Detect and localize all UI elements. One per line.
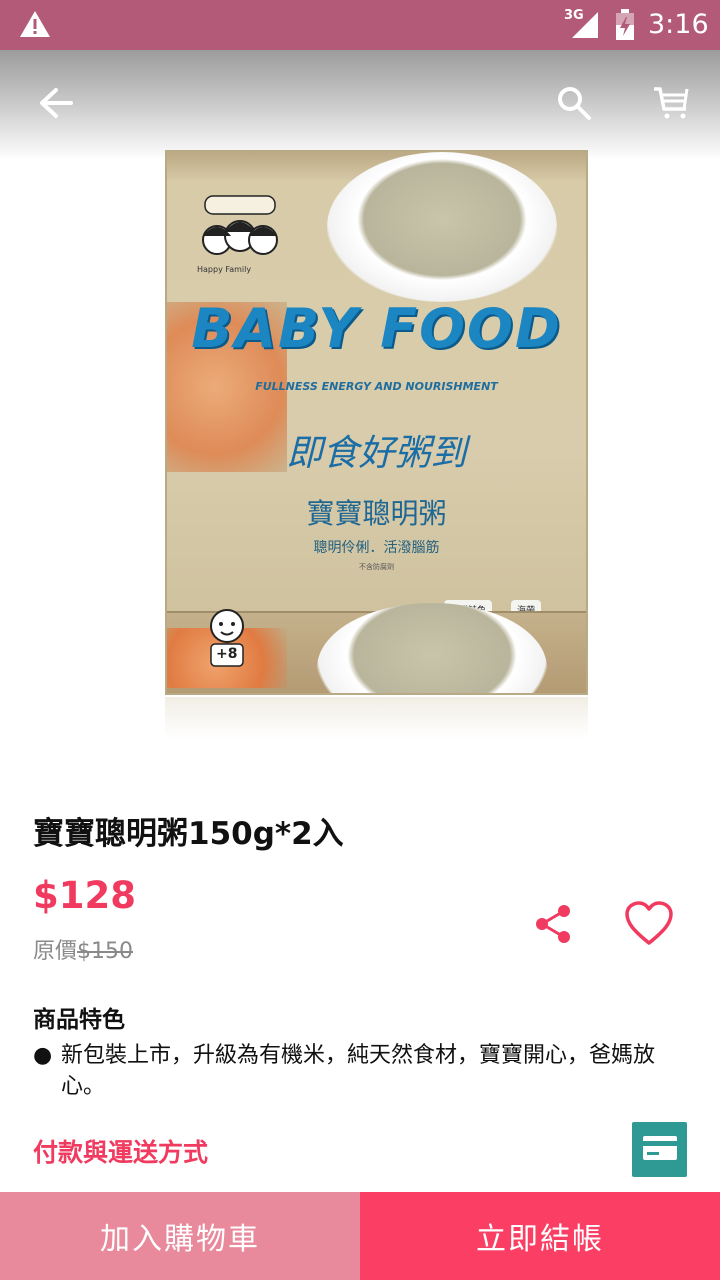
warning-icon [18, 9, 52, 43]
cart-icon [652, 85, 692, 125]
age-badge-label: +8 [216, 646, 238, 662]
features-heading: 商品特色 [33, 1007, 125, 1033]
checkout-button[interactable]: 立即結帳 [360, 1192, 720, 1280]
search-icon [555, 84, 593, 126]
product-header [0, 50, 720, 160]
bottom-action-bar: 加入購物車 立即結帳 [0, 1192, 720, 1280]
cart-button[interactable] [637, 50, 707, 160]
status-bar: 3G 3:16 [0, 0, 720, 50]
product-title: 寶寶聰明粥150g*2入 [33, 816, 344, 852]
original-price-value: $150 [77, 939, 134, 964]
share-button[interactable] [527, 900, 579, 952]
bullet-icon: ● [33, 1043, 53, 1068]
original-price-label: 原價 [33, 939, 78, 964]
brand-logo-text: Happy Family [197, 265, 252, 274]
product-price: $128 [33, 874, 136, 917]
payment-shipping-link[interactable]: 付款與運送方式 [33, 1133, 208, 1169]
box-headline: BABY FOOD [191, 297, 562, 360]
credit-card-icon [642, 1135, 678, 1165]
product-image[interactable]: Happy Family BABY FOOD FULLNESS ENERGY A… [165, 150, 588, 695]
search-button[interactable] [539, 50, 609, 160]
payment-card-button[interactable] [632, 1122, 687, 1177]
battery-icon [614, 9, 636, 45]
box-tagline: FULLNESS ENERGY AND NOURISHMENT [255, 380, 498, 393]
status-time: 3:16 [648, 9, 709, 40]
original-price: 原價$150 [33, 933, 133, 965]
feature-list-item: ● 新包裝上市，升級為有機米，純天然食材，寶寶開心，爸媽放心。 [33, 1040, 693, 1102]
add-to-cart-button[interactable]: 加入購物車 [0, 1192, 360, 1280]
cell-signal-icon [562, 10, 600, 44]
product-image-reflection [165, 697, 588, 739]
share-icon [533, 903, 573, 949]
box-cn-product: 寶寶聰明粥 [306, 497, 447, 530]
favorite-button[interactable] [620, 898, 678, 954]
age-badge: +8 [205, 608, 249, 672]
box-cn-slogan: 聰明伶俐．活潑腦筋 [313, 540, 440, 556]
porridge-bowl-illustration-bottom [317, 603, 547, 693]
box-cn-title: 即食好粥到 [286, 433, 467, 474]
back-arrow-icon [38, 87, 74, 123]
feature-text: 新包裝上市，升級為有機米，純天然食材，寶寶開心，爸媽放心。 [61, 1043, 656, 1099]
brand-logo [195, 192, 285, 272]
heart-icon [624, 901, 674, 951]
porridge-bowl-illustration [327, 152, 557, 302]
box-cn-note: 不含防腐劑 [359, 563, 394, 571]
back-button[interactable] [21, 50, 91, 160]
